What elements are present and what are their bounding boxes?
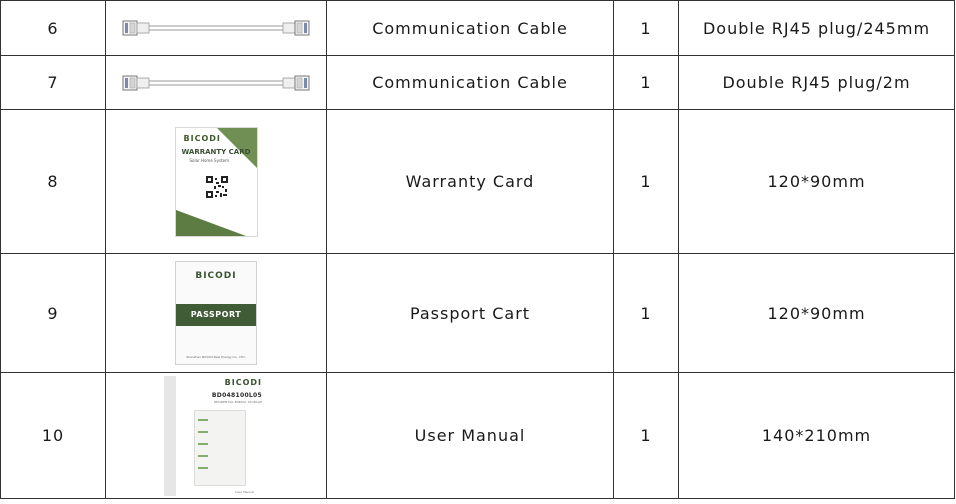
item-number: 9 bbox=[0, 253, 106, 373]
warranty-card-brand: BICODI bbox=[183, 133, 221, 143]
item-number: 10 bbox=[0, 372, 106, 499]
accessory-table: 6 Communication Cable 1 Double RJ45 plug bbox=[0, 0, 955, 499]
user-manual-image: BICODI BD048100L05 RESIDENTIAL ENERGY ST… bbox=[164, 375, 268, 496]
manual-model: BD048100L05 bbox=[211, 391, 262, 399]
rj45-cable-short-icon bbox=[122, 20, 310, 36]
item-number: 8 bbox=[0, 109, 106, 254]
manual-footer: User Manual bbox=[235, 489, 254, 494]
item-image-cell bbox=[105, 55, 327, 110]
table-row: 10 BICODI BD048100L05 RESIDENTIAL ENERGY… bbox=[0, 372, 955, 499]
item-spec: 120*90mm bbox=[678, 109, 955, 254]
item-image-cell: BICODI PASSPORT Shenzhen BICODI New Ener… bbox=[105, 253, 327, 373]
item-name: Passport Cart bbox=[326, 253, 614, 373]
item-name: User Manual bbox=[326, 372, 614, 499]
item-spec: Double RJ45 plug/245mm bbox=[678, 0, 955, 56]
passport-card-title: PASSPORT bbox=[176, 304, 256, 326]
passport-card-company: Shenzhen BICODI New Energy Co., LTD. bbox=[186, 355, 246, 359]
item-image-cell: BICODI BD048100L05 RESIDENTIAL ENERGY ST… bbox=[105, 372, 327, 499]
item-spec: 140*210mm bbox=[678, 372, 955, 499]
item-spec: Double RJ45 plug/2m bbox=[678, 55, 955, 110]
item-number: 7 bbox=[0, 55, 106, 110]
item-image-cell: BICODI WARRANTY CARD Solar Home System bbox=[105, 109, 327, 254]
item-number: 6 bbox=[0, 0, 106, 56]
item-image-cell bbox=[105, 0, 327, 56]
item-quantity: 1 bbox=[613, 253, 679, 373]
table-row: 9 BICODI PASSPORT Shenzhen BICODI New En… bbox=[0, 253, 955, 373]
item-quantity: 1 bbox=[613, 0, 679, 56]
passport-card-image: BICODI PASSPORT Shenzhen BICODI New Ener… bbox=[175, 261, 257, 365]
manual-brand: BICODI bbox=[224, 377, 262, 387]
item-quantity: 1 bbox=[613, 372, 679, 499]
item-name: Communication Cable bbox=[326, 55, 614, 110]
qr-code-icon bbox=[205, 175, 228, 198]
warranty-card-title: WARRANTY CARD bbox=[181, 147, 251, 156]
table-row: 6 Communication Cable 1 Double RJ45 plug bbox=[0, 0, 955, 56]
passport-card-brand: BICODI bbox=[195, 271, 237, 281]
table-row: 8 BICODI WARRANTY CARD Solar Home System bbox=[0, 109, 955, 254]
item-name: Warranty Card bbox=[326, 109, 614, 254]
item-quantity: 1 bbox=[613, 55, 679, 110]
battery-unit-icon bbox=[194, 409, 246, 486]
item-quantity: 1 bbox=[613, 109, 679, 254]
warranty-card-subtitle: Solar Home System bbox=[189, 157, 229, 163]
item-name: Communication Cable bbox=[326, 0, 614, 56]
rj45-cable-long-icon bbox=[122, 75, 310, 90]
manual-subtitle: RESIDENTIAL ENERGY STORAGE bbox=[214, 399, 262, 404]
table-row: 7 Communication Cable 1 Double RJ45 plug bbox=[0, 55, 955, 110]
item-spec: 120*90mm bbox=[678, 253, 955, 373]
warranty-card-image: BICODI WARRANTY CARD Solar Home System bbox=[174, 126, 258, 237]
